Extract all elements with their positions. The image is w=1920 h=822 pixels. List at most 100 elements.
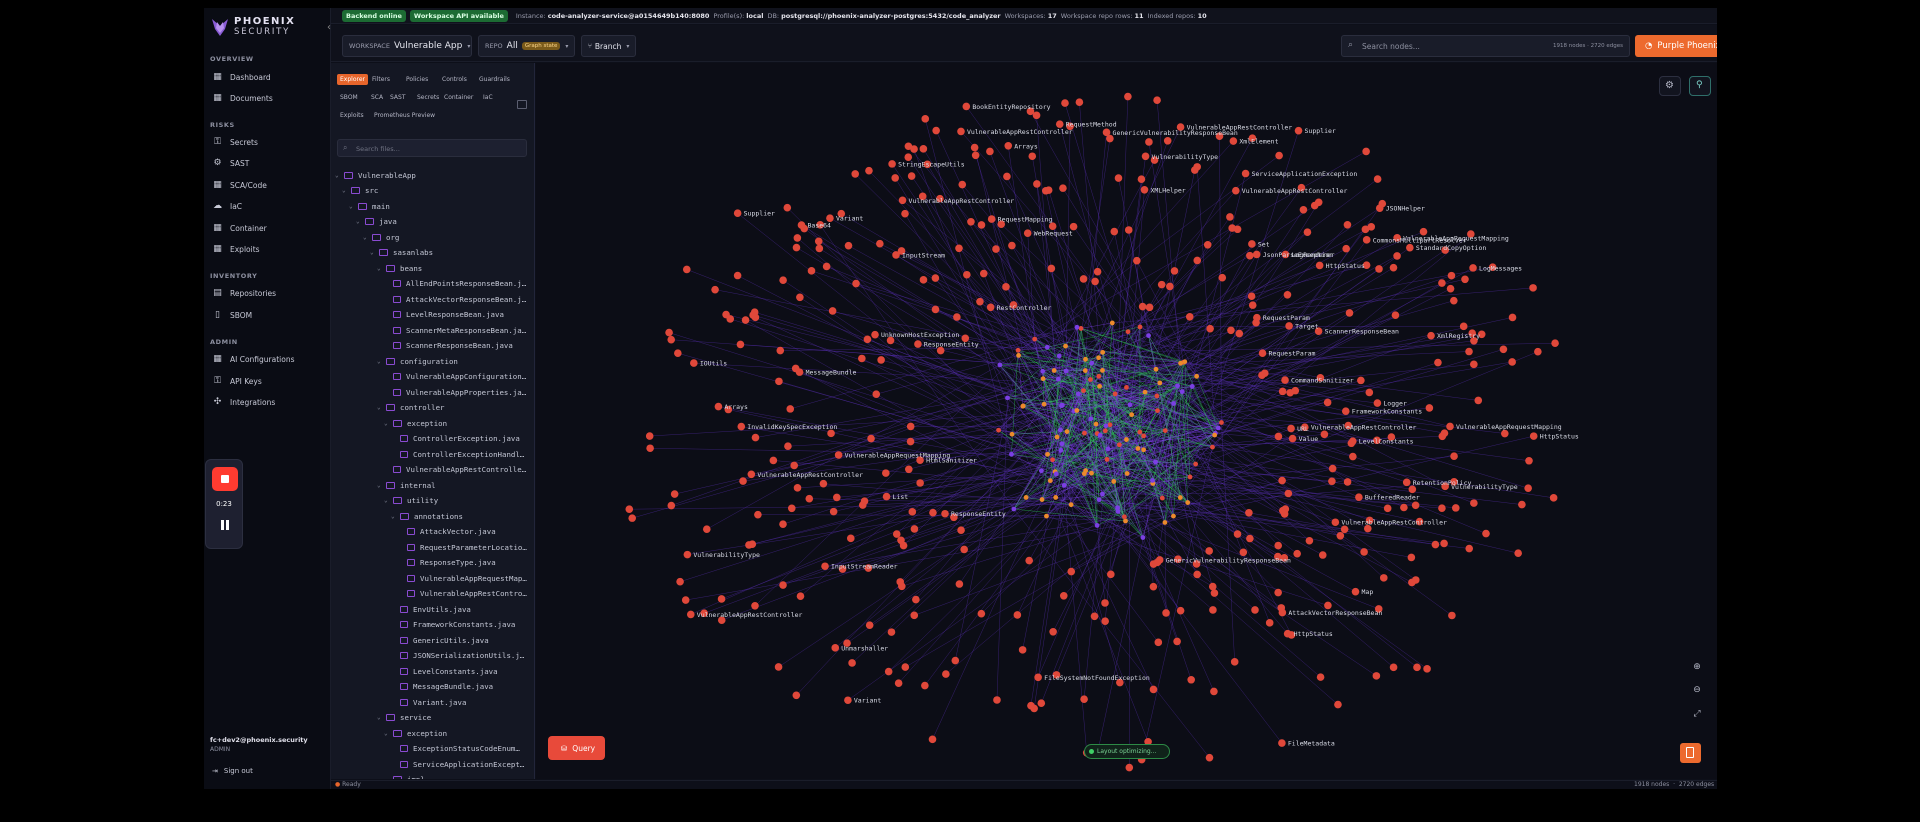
tab-sast[interactable]: SAST [387, 92, 409, 103]
chevron-down-icon[interactable]: ⌄ [370, 249, 377, 256]
tab-iac[interactable]: IaC [480, 92, 496, 103]
tree-folder[interactable]: ⌄ internal [377, 479, 436, 491]
tree-file[interactable]: ResponseType.java [398, 557, 496, 569]
tree-file[interactable]: ServiceApplicationExcept… [391, 758, 524, 770]
tree-folder[interactable]: ⌄ controller [377, 402, 445, 414]
graph-settings-button[interactable]: ⚙ [1659, 76, 1681, 96]
graph-pin-button[interactable]: ⚲ [1689, 76, 1711, 96]
tree-folder[interactable]: ⌄ VulnerableApp [335, 169, 416, 181]
chevron-down-icon[interactable]: ⌄ [384, 730, 391, 737]
tree-file[interactable]: ScannerMetaResponseBean.ja… [384, 324, 526, 336]
tree-file[interactable]: ControllerException.java [391, 433, 520, 445]
tree-file[interactable]: AllEndPointsResponseBean.j… [384, 278, 526, 290]
sidebar-item-sast[interactable]: ⚙ SAST [212, 157, 249, 169]
tree-folder[interactable]: ⌄ main [349, 200, 390, 212]
tree-file[interactable]: VulnerableAppConfiguration… [384, 371, 526, 383]
zoom-out-icon[interactable]: ⊖ [1686, 680, 1708, 700]
tree-file[interactable]: JSONSerializationUtils.j… [391, 650, 524, 662]
tree-folder[interactable]: ⌄ service [377, 712, 431, 724]
tree-file[interactable]: LevelConstants.java [391, 665, 498, 677]
tree-file[interactable]: VulnerableAppProperties.ja… [384, 386, 526, 398]
sidebar-item-container[interactable]: ▦ Container [212, 222, 266, 234]
sidebar-item-iac[interactable]: ☁ IaC [212, 200, 242, 212]
tree-file[interactable]: VulnerableAppRestControlle… [384, 464, 526, 476]
tab-container[interactable]: Container [441, 92, 476, 103]
tree-folder[interactable]: ⌄ src [342, 185, 378, 197]
tree-file[interactable]: ControllerExceptionHandl… [391, 448, 524, 460]
stop-recording-button[interactable] [212, 467, 238, 491]
node-search-input[interactable] [1362, 39, 1542, 53]
tab-guardrails[interactable]: Guardrails [476, 74, 513, 85]
sidebar-item-dashboard[interactable]: ▦ Dashboard [212, 71, 270, 83]
tree-folder[interactable]: ⌄ impl [384, 774, 425, 779]
brand-logo[interactable]: PHOENIX SECURITY [210, 16, 295, 38]
tree-file[interactable]: GenericUtils.java [391, 634, 489, 646]
tree-file[interactable]: ScannerResponseBean.java [384, 340, 513, 352]
tree-file[interactable]: FrameworkConstants.java [391, 619, 515, 631]
chevron-down-icon[interactable]: ⌄ [377, 714, 384, 721]
tree-folder[interactable]: ⌄ exception [384, 727, 447, 739]
chevron-down-icon[interactable]: ⌄ [377, 265, 384, 272]
tree-file[interactable]: ExceptionStatusCodeEnum… [391, 743, 520, 755]
chevron-down-icon[interactable]: ⌄ [384, 776, 391, 779]
sidebar-item-repositories[interactable]: ▤ Repositories [212, 287, 276, 299]
tree-file[interactable]: MessageBundle.java [391, 681, 493, 693]
tree-file[interactable]: EnvUtils.java [391, 603, 471, 615]
tree-folder[interactable]: ⌄ java [356, 216, 397, 228]
chevron-down-icon[interactable]: ⌄ [384, 497, 391, 504]
tree-folder[interactable]: ⌄ org [363, 231, 399, 243]
zoom-in-icon[interactable]: ⊕ [1686, 657, 1708, 677]
repo-select[interactable]: REPO All Graph state ▾ [478, 35, 575, 57]
chevron-down-icon[interactable]: ⌄ [377, 482, 384, 489]
sidebar-item-ai-configurations[interactable]: ▦ AI Configurations [212, 353, 294, 365]
tree-folder[interactable]: ⌄ sasanlabs [370, 247, 433, 259]
sidebar-item-sbom[interactable]: ▯ SBOM [212, 309, 252, 321]
chevron-down-icon[interactable]: ⌄ [349, 203, 356, 210]
tree-file[interactable]: AttackVectorResponseBean.j… [384, 293, 526, 305]
file-search-input[interactable] [356, 143, 516, 155]
sidebar-item-secrets[interactable]: ⚿ Secrets [212, 136, 258, 148]
chevron-down-icon[interactable]: ⌄ [356, 218, 363, 225]
sidebar-item-documents[interactable]: ▦ Documents [212, 92, 273, 104]
tree-file[interactable]: LevelResponseBean.java [384, 309, 504, 321]
sign-out-link[interactable]: ⇥ Sign out [212, 767, 253, 775]
tree-file[interactable]: VulnerableAppRestContro… [398, 588, 527, 600]
chevron-down-icon[interactable]: ⌄ [377, 404, 384, 411]
tab-filters[interactable]: Filters [369, 74, 393, 85]
tab-exploits[interactable]: Exploits [337, 110, 367, 121]
sidebar-item-sca-code[interactable]: ▦ SCA/Code [212, 179, 267, 191]
query-button[interactable]: ⛁ Query [548, 736, 605, 760]
tree-folder[interactable]: ⌄ configuration [377, 355, 458, 367]
sidebar-item-exploits[interactable]: ▦ Exploits [212, 243, 259, 255]
tab-controls[interactable]: Controls [439, 74, 470, 85]
tree-folder[interactable]: ⌄ beans [377, 262, 422, 274]
chevron-down-icon[interactable]: ⌄ [377, 358, 384, 365]
tab-sbom[interactable]: SBOM [337, 92, 361, 103]
tab-prometheus-preview[interactable]: Prometheus Preview [371, 110, 438, 121]
tree-folder[interactable]: ⌄ annotations [391, 510, 463, 522]
tab-sca[interactable]: SCA [368, 92, 386, 103]
dependency-graph-canvas[interactable]: VulnerableAppRestController Vulnerability… [536, 63, 1717, 779]
chevron-down-icon[interactable]: ⌄ [391, 513, 398, 520]
tree-file[interactable]: RequestParameterLocatio… [398, 541, 527, 553]
chevron-down-icon[interactable]: ⌄ [342, 187, 349, 194]
chevron-down-icon[interactable]: ⌄ [384, 420, 391, 427]
tree-file[interactable]: Variant.java [391, 696, 466, 708]
panel-toggle-icon[interactable] [1680, 743, 1701, 763]
workspace-select[interactable]: WORKSPACE Vulnerable App ▾ [342, 35, 472, 57]
panel-options-icon[interactable] [517, 100, 527, 109]
fit-screen-icon[interactable]: ⤢ [1686, 704, 1708, 724]
chevron-down-icon[interactable]: ⌄ [363, 234, 370, 241]
pause-icon[interactable] [220, 520, 230, 530]
tree-file[interactable]: AttackVector.java [398, 526, 496, 538]
tab-secrets[interactable]: Secrets [414, 92, 442, 103]
graph-svg[interactable]: VulnerableAppRestController Vulnerability… [536, 63, 1717, 779]
tree-folder[interactable]: ⌄ exception [384, 417, 447, 429]
branch-select[interactable]: ⑂ Branch ▾ [581, 35, 636, 57]
sidebar-item-api-keys[interactable]: ⚿ API Keys [212, 375, 262, 387]
sidebar-item-integrations[interactable]: ✣ Integrations [212, 396, 276, 408]
agentic-triager-button[interactable]: ◔ Purple Phoenix Agentic Code Triager [1635, 35, 1717, 57]
tab-policies[interactable]: Policies [403, 74, 431, 85]
tree-file[interactable]: VulnerableAppRequestMap… [398, 572, 527, 584]
tab-explorer[interactable]: Explorer [337, 74, 368, 85]
